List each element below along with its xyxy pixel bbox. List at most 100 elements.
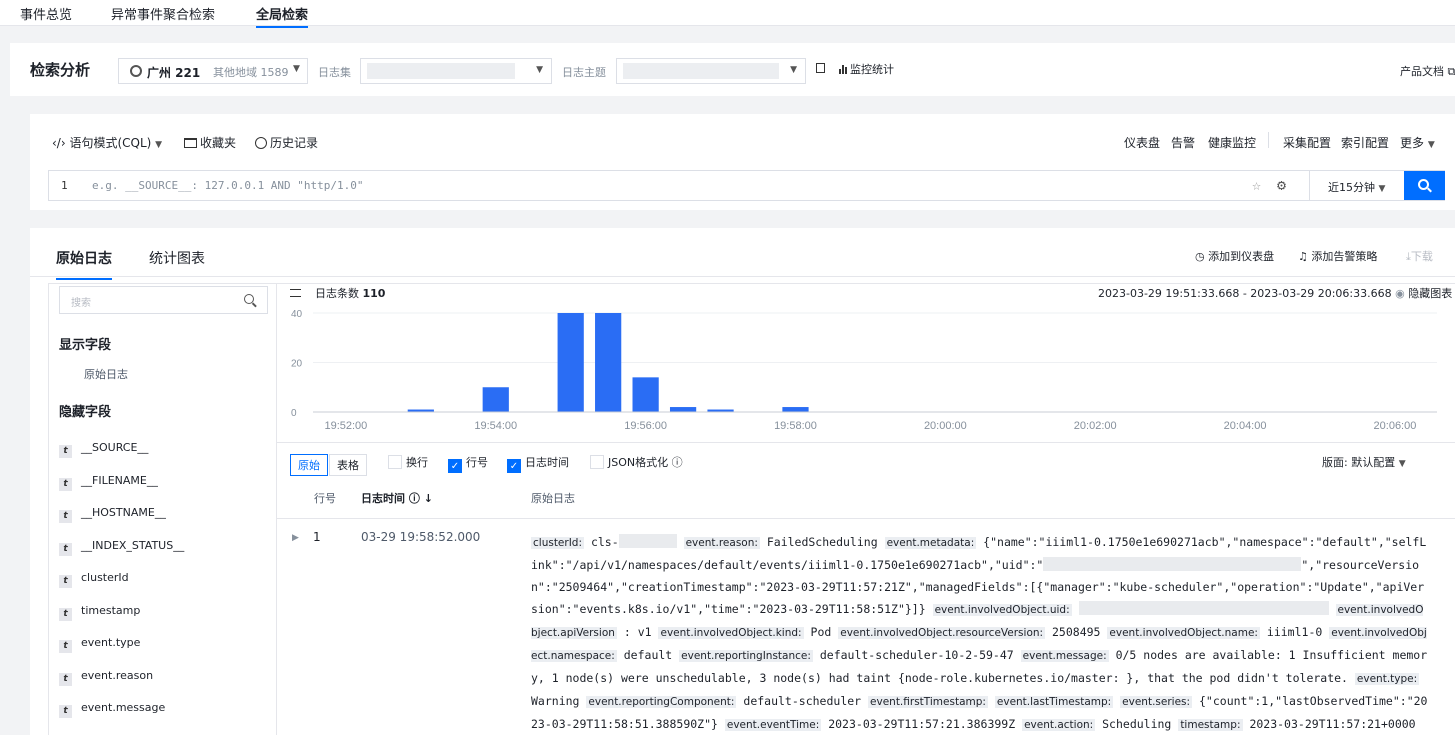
- field-name: event.reason: [81, 668, 154, 682]
- log-histogram: 0 20 40 19:52:00 19:54:00 19:56:00 19:58:00 20:…: [291, 309, 1437, 432]
- download-button[interactable]: ⤓下载: [1406, 248, 1433, 264]
- history-button[interactable]: 历史记录: [255, 134, 318, 151]
- text-type-icon: t: [59, 542, 72, 556]
- chevron-down-icon: ▼: [293, 64, 300, 74]
- layout-config-select[interactable]: 版面: 默认配置 ▼: [1322, 454, 1406, 470]
- text-type-icon: t: [59, 477, 72, 491]
- y-tick-label: 20: [291, 359, 303, 370]
- hidden-field-item[interactable]: t __INDEX_STATUS__: [59, 539, 184, 556]
- field-name: timestamp: [81, 603, 141, 617]
- histogram-bar: [595, 313, 622, 412]
- hide-chart-button[interactable]: 隐藏图表: [1408, 287, 1452, 300]
- add-to-dashboard-button[interactable]: ◷ 添加到仪表盘: [1195, 248, 1274, 264]
- topic-label: 日志主题: [562, 66, 606, 79]
- query-panel: ‹/› 语句模式(CQL) ▼ 收藏夹 历史记录 仪表盘 告警 健康监控 采集配…: [30, 114, 1455, 210]
- x-tick-label: 20:04:00: [1224, 420, 1267, 432]
- x-tick-label: 20:00:00: [924, 420, 967, 432]
- time-range-select[interactable]: 近15分钟 ▼: [1309, 171, 1398, 200]
- text-type-icon: t: [59, 705, 72, 718]
- check-circle-icon: ◷: [1195, 250, 1205, 263]
- tab-global-search[interactable]: 全局检索: [256, 4, 309, 28]
- star-icon[interactable]: ☆: [1252, 176, 1261, 194]
- hidden-field-item[interactable]: t event.type: [59, 636, 140, 653]
- raw-log-content[interactable]: clusterId: cls- event.reason: FailedSche…: [531, 531, 1430, 735]
- text-type-icon: t: [59, 640, 72, 653]
- x-tick-label: 20:02:00: [1074, 420, 1117, 432]
- histogram-bar: [782, 407, 809, 412]
- y-tick-label: 40: [291, 309, 303, 320]
- view-raw-button[interactable]: 原始: [290, 454, 328, 476]
- log-time-checkbox[interactable]: ✓ 日志时间: [507, 454, 569, 473]
- field-name: __INDEX_STATUS__: [81, 538, 185, 552]
- x-tick-label: 19:56:00: [624, 420, 667, 432]
- expand-row-icon[interactable]: ▶: [292, 533, 299, 543]
- log-count: 日志条数 110: [290, 285, 385, 301]
- column-log-time[interactable]: 日志时间 ⓘ ↓: [361, 490, 433, 506]
- logset-label: 日志集: [318, 66, 351, 79]
- column-raw-log: 原始日志: [531, 492, 575, 505]
- text-type-icon: t: [59, 672, 72, 686]
- results-panel: 原始日志 统计图表 ◷ 添加到仪表盘 ♫ 添加告警策略 ⤓下载 搜索 显示字段 …: [30, 228, 1455, 735]
- monitor-stats-link[interactable]: 监控统计: [850, 61, 894, 77]
- shown-field-raw-log[interactable]: 原始日志: [84, 366, 128, 382]
- shown-fields-title: 显示字段: [59, 338, 112, 353]
- hidden-fields-title: 隐藏字段: [59, 405, 112, 420]
- hidden-field-item[interactable]: t __HOSTNAME__: [59, 506, 166, 523]
- column-line-number: 行号: [314, 492, 336, 505]
- hidden-field-item[interactable]: t event.reason: [59, 669, 153, 686]
- add-alarm-button[interactable]: ♫ 添加告警策略: [1298, 248, 1377, 264]
- tab-abnormal-event-search[interactable]: 异常事件聚合检索: [111, 4, 215, 23]
- query-editor[interactable]: 1 e.g. __SOURCE__: 127.0.0.1 AND "http/1…: [48, 170, 1445, 201]
- field-name: event.message: [81, 701, 166, 714]
- topic-select[interactable]: ▼: [616, 58, 806, 84]
- index-config-link[interactable]: 索引配置: [1341, 134, 1389, 151]
- chevron-down-icon: ▼: [536, 65, 543, 75]
- dashboard-link[interactable]: 仪表盘: [1124, 134, 1160, 151]
- history-icon: [255, 137, 267, 149]
- divider: [277, 442, 1455, 443]
- hidden-field-item[interactable]: t timestamp: [59, 604, 140, 621]
- hidden-field-item[interactable]: t __FILENAME__: [59, 474, 158, 491]
- text-type-icon: t: [59, 607, 72, 621]
- gear-icon[interactable]: ⚙: [1277, 176, 1286, 194]
- hidden-field-item[interactable]: t event.message: [59, 701, 165, 718]
- field-name: clusterId: [81, 571, 129, 584]
- page-title: 检索分析: [30, 61, 91, 79]
- field-search-input[interactable]: 搜索: [59, 286, 268, 314]
- health-monitor-link[interactable]: 健康监控: [1208, 134, 1256, 151]
- x-tick-label: 19:52:00: [324, 420, 367, 432]
- masked-value: [623, 63, 779, 79]
- region-main: 广州 221: [147, 66, 201, 80]
- divider: [30, 276, 1455, 277]
- search-header: 检索分析 广州 221 其他地域 1589 ▼ 日志集 ▼ 日志主题 ▼ 监控统…: [10, 43, 1455, 96]
- query-placeholder: e.g. __SOURCE__: 127.0.0.1 AND "http/1.0…: [92, 179, 364, 192]
- logset-select[interactable]: ▼: [360, 58, 552, 84]
- folder-icon: [184, 138, 197, 148]
- tab-event-overview[interactable]: 事件总览: [20, 4, 72, 23]
- text-type-icon: t: [59, 575, 72, 588]
- row-index: 1: [313, 530, 321, 544]
- line-number-checkbox[interactable]: ✓ 行号: [448, 454, 488, 473]
- tab-stats-chart[interactable]: 统计图表: [149, 248, 205, 268]
- bell-icon: ♫: [1298, 250, 1308, 263]
- divider: [1268, 132, 1269, 148]
- collect-config-link[interactable]: 采集配置: [1283, 134, 1331, 151]
- query-mode-select[interactable]: ‹/› 语句模式(CQL) ▼: [52, 134, 162, 151]
- divider: [277, 518, 1455, 519]
- alarm-link[interactable]: 告警: [1171, 134, 1195, 151]
- region-selector[interactable]: 广州 221 其他地域 1589 ▼: [118, 58, 308, 84]
- search-button[interactable]: [1404, 171, 1445, 200]
- histogram-bar: [557, 313, 584, 412]
- more-menu[interactable]: 更多 ▼: [1400, 134, 1435, 151]
- wrap-checkbox[interactable]: 换行: [388, 454, 428, 470]
- view-table-button[interactable]: 表格: [329, 454, 367, 476]
- favorites-button[interactable]: 收藏夹: [184, 134, 236, 151]
- menu-icon[interactable]: [290, 289, 301, 297]
- copy-icon[interactable]: [816, 63, 825, 73]
- product-docs-link[interactable]: 产品文档 ⧉: [1400, 63, 1455, 79]
- x-tick-label: 20:06:00: [1374, 420, 1417, 432]
- json-format-checkbox[interactable]: JSON格式化 ⓘ: [590, 454, 683, 470]
- text-type-icon: t: [59, 510, 72, 523]
- hidden-field-item[interactable]: t __SOURCE__: [59, 441, 148, 458]
- hidden-field-item[interactable]: t clusterId: [59, 571, 129, 588]
